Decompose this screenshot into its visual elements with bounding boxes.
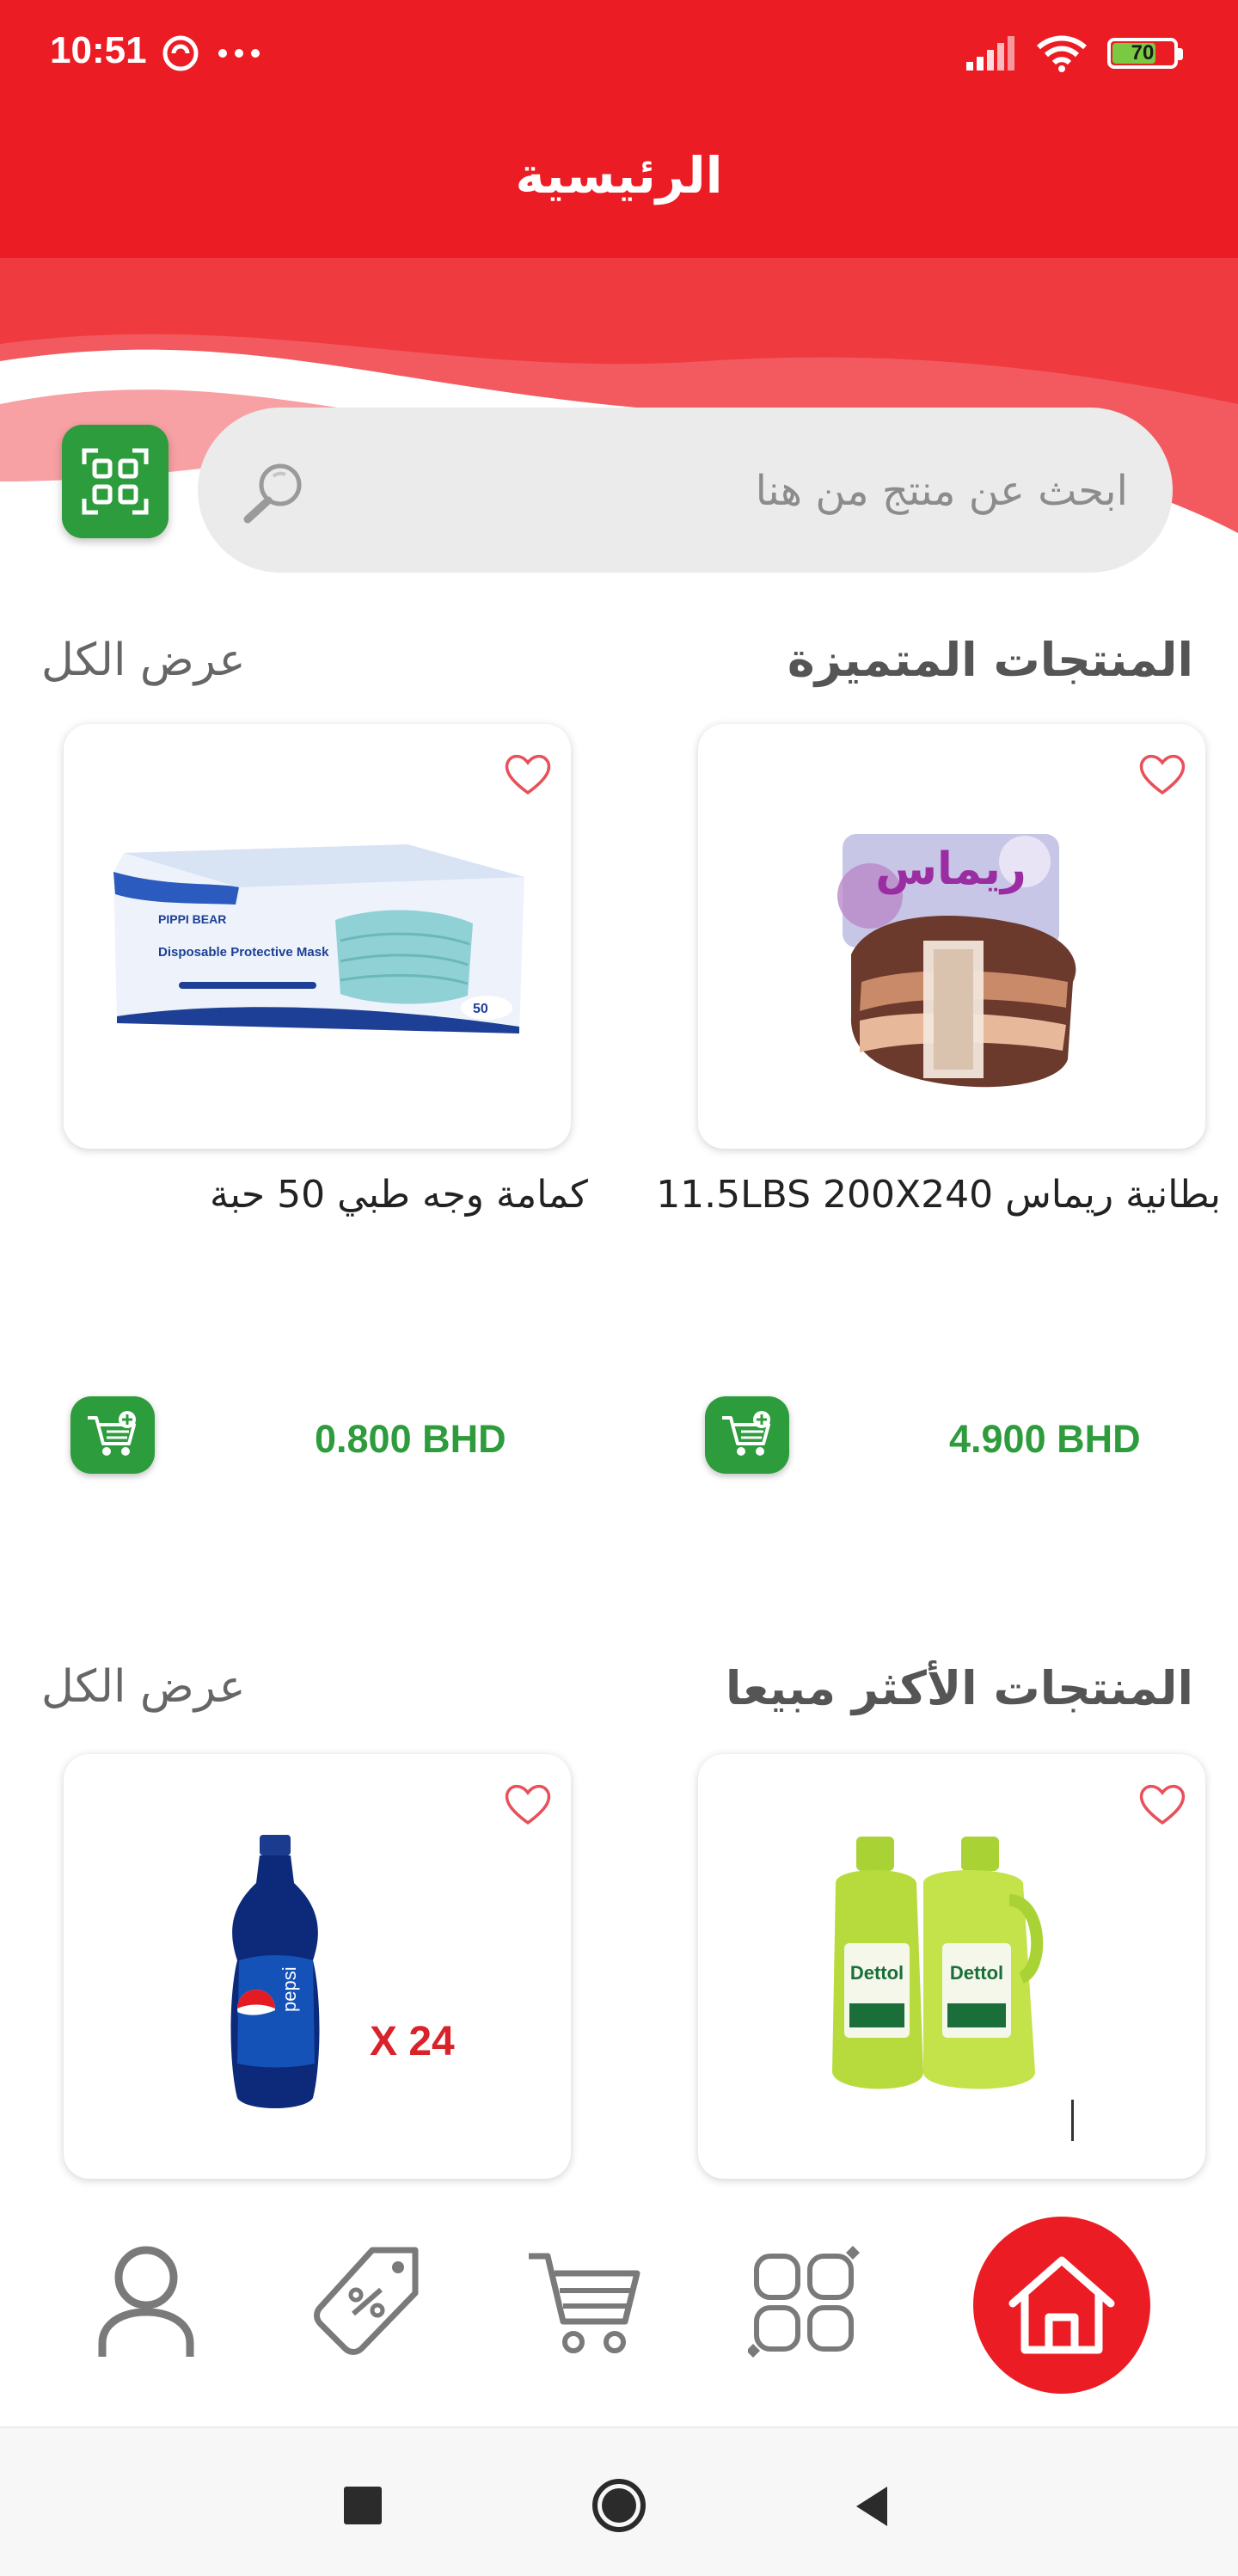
search-bar[interactable] xyxy=(198,408,1173,573)
add-to-cart-button[interactable] xyxy=(705,1396,789,1474)
face-mask-box-image: PIPPI BEAR Disposable Protective Mask 50 xyxy=(113,844,524,1033)
system-navigation-bar xyxy=(0,2426,1238,2576)
featured-view-all-link[interactable]: عرض الكل xyxy=(41,635,246,686)
blanket-brand-text: ريماس xyxy=(875,843,1027,895)
categories-icon xyxy=(748,2246,860,2358)
mask-box-brand-text: PIPPI BEAR xyxy=(158,912,226,926)
blanket-image: ريماس xyxy=(837,834,1076,1088)
nav-categories[interactable] xyxy=(741,2237,870,2366)
dettol-brand-text: Dettol xyxy=(950,1962,1003,1984)
qr-scan-button[interactable] xyxy=(62,425,169,538)
favorite-heart-icon[interactable] xyxy=(504,751,552,796)
product-card-blanket[interactable]: ريماس xyxy=(698,724,1205,1149)
product-price: 0.800 BHD xyxy=(315,1417,506,1461)
nav-cart[interactable] xyxy=(521,2237,650,2366)
add-to-cart-button[interactable] xyxy=(70,1396,155,1474)
favorite-heart-icon[interactable] xyxy=(1138,1782,1186,1826)
nav-home[interactable] xyxy=(973,2217,1150,2394)
best-sellers-view-all-link[interactable]: عرض الكل xyxy=(41,1661,246,1713)
home-icon xyxy=(1008,2256,1115,2354)
featured-section-title: المنتجات المتميزة xyxy=(787,633,1193,687)
wifi-icon xyxy=(1037,35,1087,72)
product-name: كمامة وجه طبي 50 حبة xyxy=(210,1173,588,1217)
offers-tag-icon xyxy=(314,2247,419,2355)
pepsi-bottle-image: pepsi X 24 xyxy=(230,1835,455,2108)
page-title: الرئيسية xyxy=(515,146,723,205)
product-card-dettol[interactable]: Dettol Dettol xyxy=(698,1754,1205,2179)
favorite-heart-icon[interactable] xyxy=(504,1782,552,1826)
search-icon[interactable] xyxy=(236,452,313,530)
search-input[interactable] xyxy=(335,459,1130,523)
status-system-icons: 70 xyxy=(966,29,1183,77)
status-time: 10:51 xyxy=(50,29,147,71)
dettol-cleaner-image: Dettol Dettol xyxy=(832,1837,1074,2141)
home-system-button[interactable] xyxy=(590,2476,648,2535)
dettol-brand-text: Dettol xyxy=(850,1962,904,1984)
mask-box-label-text: Disposable Protective Mask xyxy=(158,945,329,960)
recent-apps-button[interactable] xyxy=(344,2487,382,2524)
mask-box-count-text: 50 xyxy=(473,1002,488,1016)
battery-icon: 70 xyxy=(1107,38,1183,69)
nav-profile[interactable] xyxy=(86,2237,206,2366)
profile-icon xyxy=(98,2246,194,2357)
signal-icon xyxy=(966,36,1014,71)
nav-offers[interactable] xyxy=(303,2237,432,2366)
add-to-cart-icon xyxy=(722,1411,770,1456)
favorite-heart-icon[interactable] xyxy=(1138,751,1186,796)
battery-level: 70 xyxy=(1131,41,1155,64)
qr-code-icon xyxy=(82,448,149,515)
more-dots-icon xyxy=(218,49,260,58)
back-system-button[interactable] xyxy=(853,2485,891,2528)
product-name: بطانية ريماس 11.5LBS 200X240 xyxy=(656,1173,1221,1217)
pepsi-brand-text: pepsi xyxy=(279,1966,300,2012)
cart-icon xyxy=(529,2253,640,2353)
product-card-pepsi[interactable]: pepsi X 24 xyxy=(64,1754,571,2179)
do-not-disturb-icon xyxy=(162,35,199,71)
add-to-cart-icon xyxy=(88,1411,136,1456)
product-price: 4.900 BHD xyxy=(949,1417,1141,1461)
pepsi-quantity-badge: X 24 xyxy=(370,2019,455,2064)
product-card-face-mask[interactable]: PIPPI BEAR Disposable Protective Mask 50 xyxy=(64,724,571,1149)
best-sellers-section-title: المنتجات الأكثر مبيعا xyxy=(725,1661,1193,1715)
status-bar: 10:51 70 xyxy=(0,0,1238,101)
status-notification-icons xyxy=(162,29,261,77)
